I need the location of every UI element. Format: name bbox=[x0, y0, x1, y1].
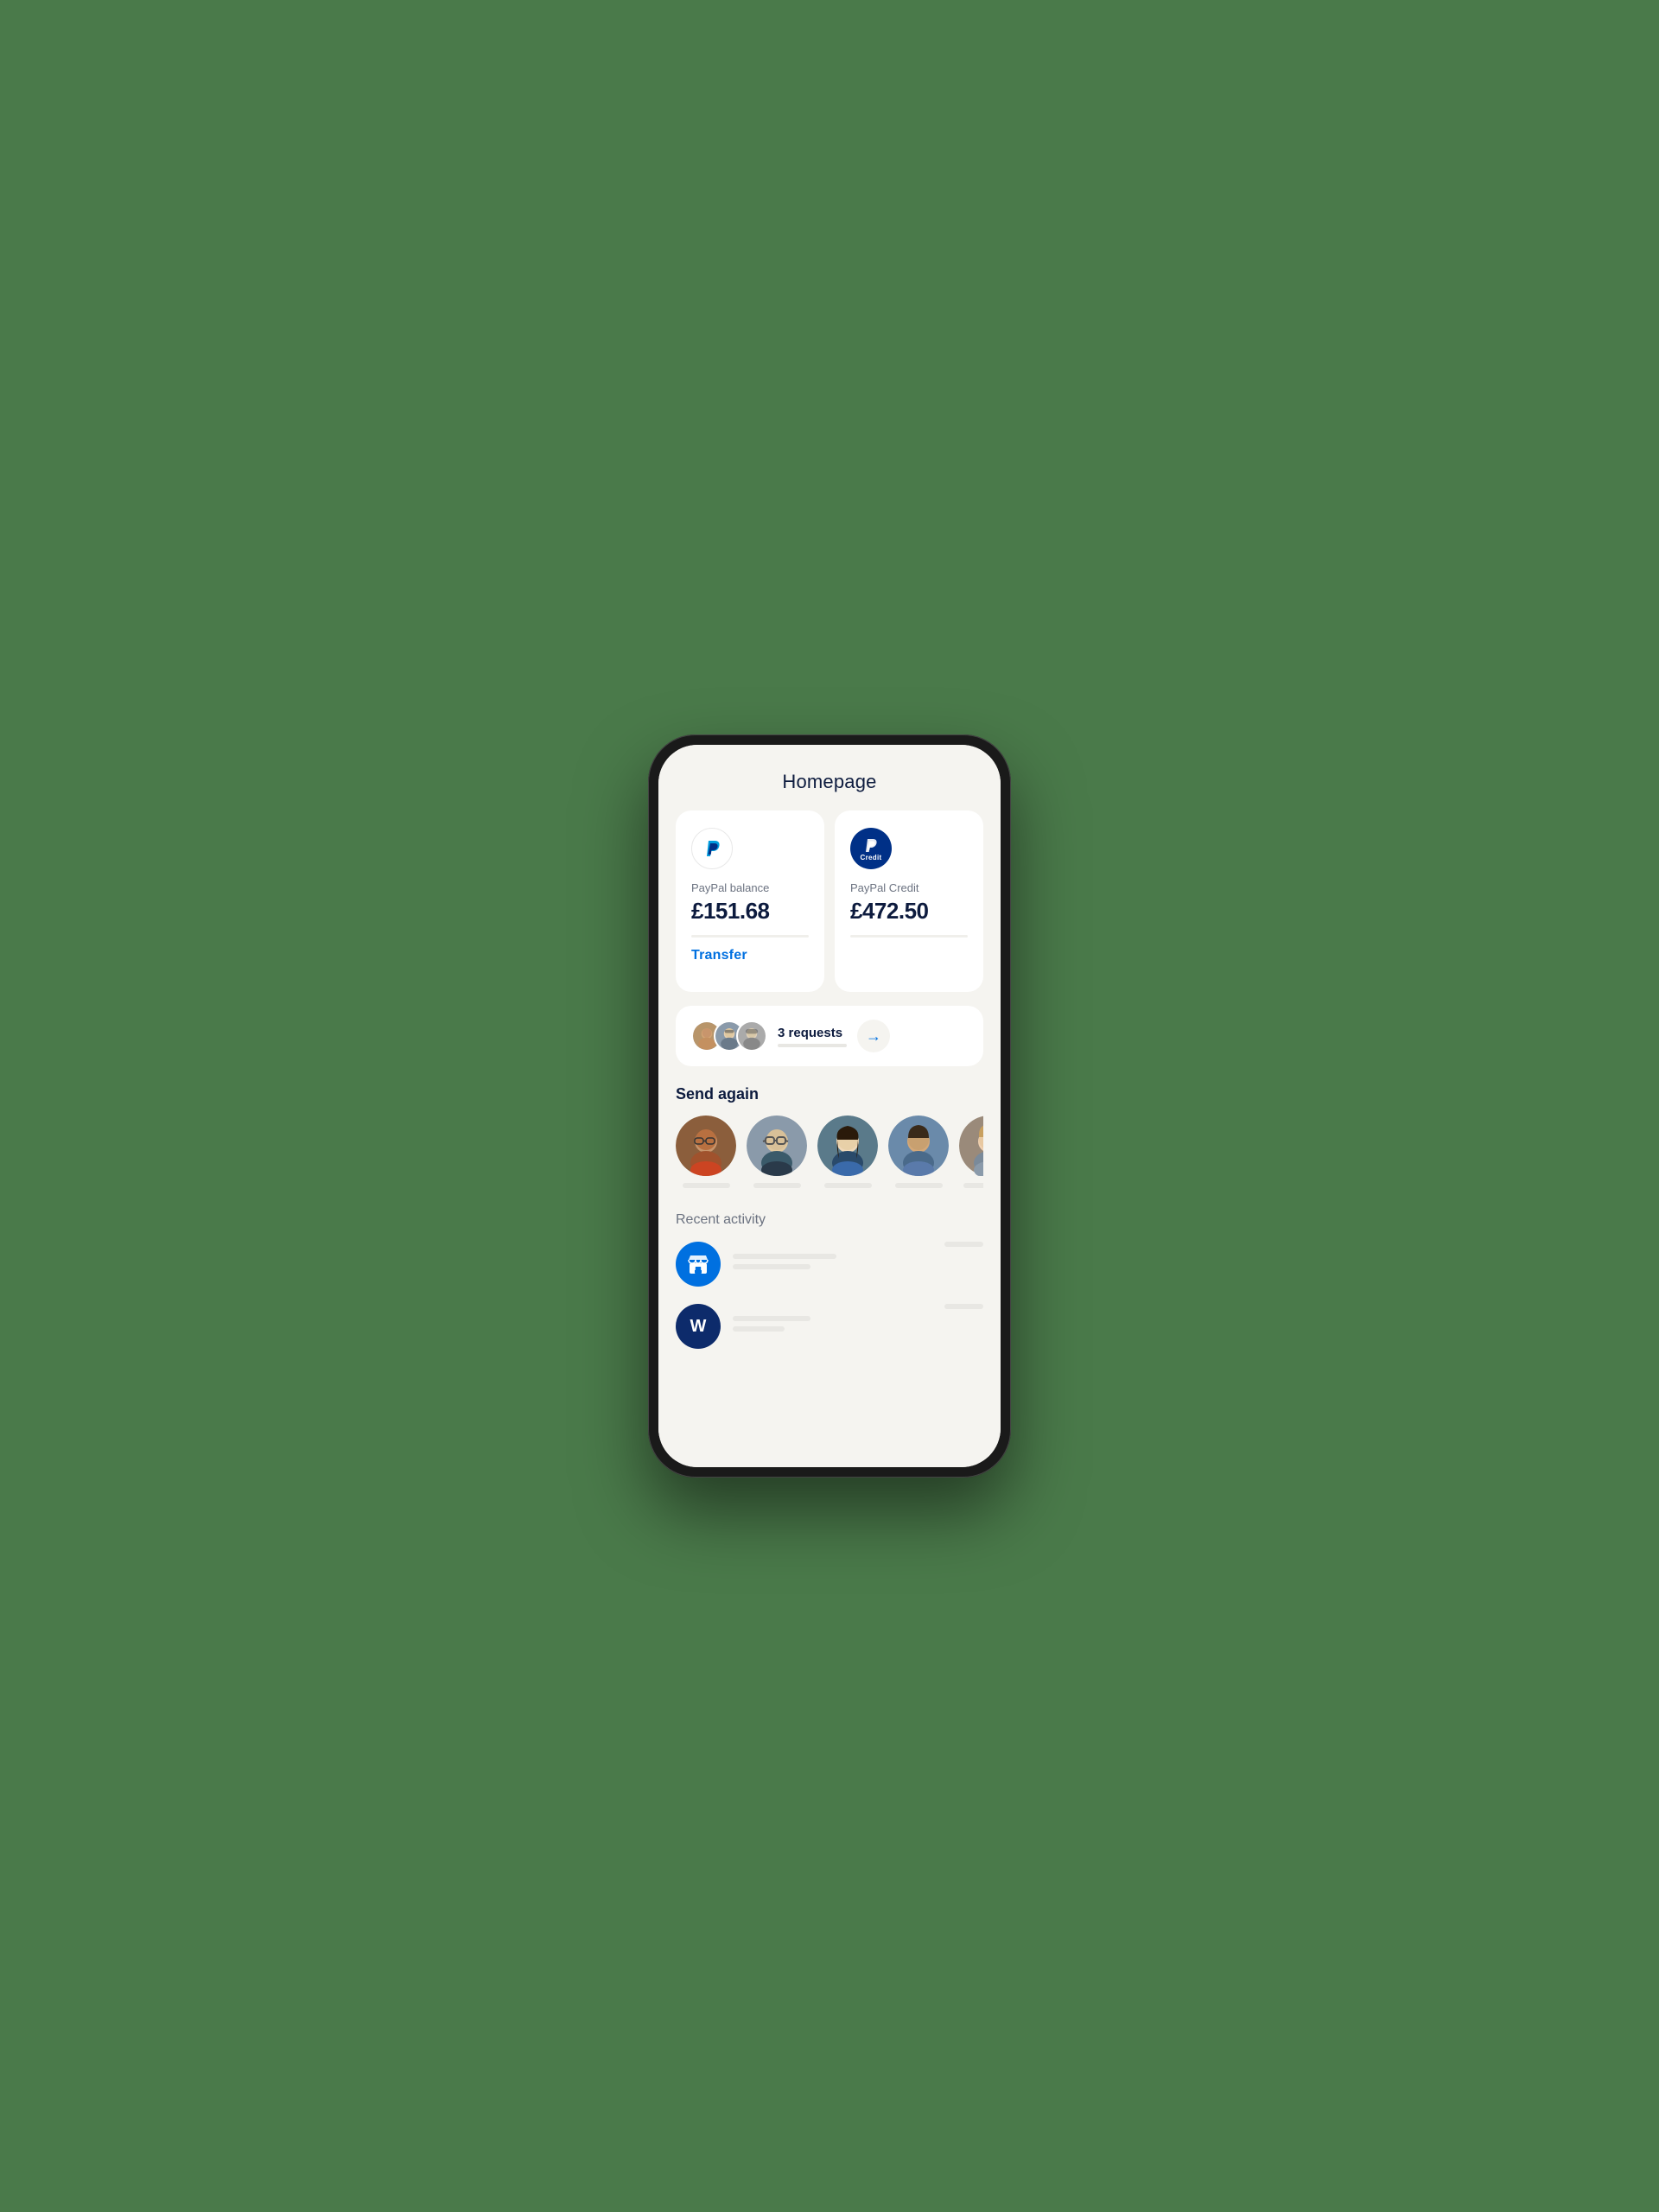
contact-name-bar-2 bbox=[753, 1183, 801, 1188]
paypal-p-icon bbox=[700, 836, 724, 861]
balance-card-label: PayPal balance bbox=[691, 881, 809, 894]
contact-item-5[interactable] bbox=[959, 1116, 983, 1188]
send-again-contacts[interactable] bbox=[676, 1116, 983, 1192]
credit-card-label: PayPal Credit bbox=[850, 881, 968, 894]
activity-amount-1 bbox=[944, 1242, 983, 1247]
contact-item-3[interactable] bbox=[817, 1116, 878, 1188]
contact-avatar-4 bbox=[888, 1116, 949, 1176]
avatar-face-3-svg bbox=[738, 1020, 766, 1052]
store-activity-icon bbox=[676, 1242, 721, 1287]
w-activity-icon: W bbox=[676, 1304, 721, 1349]
request-avatar-3 bbox=[736, 1020, 767, 1052]
contact-item-4[interactable] bbox=[888, 1116, 949, 1188]
paypal-credit-card[interactable]: Credit PayPal Credit £472.50 bbox=[835, 810, 983, 992]
activity-line-2a bbox=[733, 1316, 810, 1321]
arrow-right-icon: → bbox=[866, 1027, 881, 1046]
paypal-credit-logo: Credit bbox=[850, 828, 892, 869]
transfer-button[interactable]: Transfer bbox=[691, 948, 809, 963]
contact-item-1[interactable] bbox=[676, 1116, 736, 1188]
page-title: Homepage bbox=[676, 771, 983, 793]
credit-amount: £472.50 bbox=[850, 898, 968, 925]
requests-count-text: 3 requests bbox=[778, 1026, 847, 1040]
app-screen[interactable]: Homepage PayPal balance £151.68 Tr bbox=[658, 745, 1001, 1467]
contact-name-bar-4 bbox=[895, 1183, 943, 1188]
phone-screen: Homepage PayPal balance £151.68 Tr bbox=[658, 745, 1001, 1467]
contact-avatar-3 bbox=[817, 1116, 878, 1176]
balance-cards-row: PayPal balance £151.68 Transfer Credit bbox=[676, 810, 983, 992]
requests-info: 3 requests bbox=[778, 1026, 847, 1047]
paypal-balance-card[interactable]: PayPal balance £151.68 Transfer bbox=[676, 810, 824, 992]
store-icon bbox=[687, 1253, 709, 1275]
activity-amount-2 bbox=[944, 1304, 983, 1309]
credit-card-divider bbox=[850, 935, 968, 938]
balance-amount: £151.68 bbox=[691, 898, 809, 925]
activity-content-1 bbox=[733, 1254, 932, 1274]
phone-frame: Homepage PayPal balance £151.68 Tr bbox=[648, 734, 1011, 1478]
recent-activity-title: Recent activity bbox=[676, 1212, 983, 1228]
credit-label-text: Credit bbox=[861, 854, 882, 861]
contact-avatar-1 bbox=[676, 1116, 736, 1176]
requests-sub-bar bbox=[778, 1044, 847, 1047]
paypal-logo bbox=[691, 828, 733, 869]
contact-avatar-2 bbox=[747, 1116, 807, 1176]
paypal-credit-p-icon bbox=[861, 836, 880, 855]
activity-item-1[interactable] bbox=[676, 1242, 983, 1287]
requests-arrow-button[interactable]: → bbox=[857, 1020, 890, 1052]
w-letter-icon: W bbox=[690, 1317, 707, 1337]
request-avatars bbox=[691, 1020, 767, 1052]
requests-bar[interactable]: 3 requests → bbox=[676, 1006, 983, 1066]
activity-line-1a bbox=[733, 1254, 836, 1259]
activity-content-2 bbox=[733, 1316, 932, 1337]
card-divider bbox=[691, 935, 809, 938]
contact-item-2[interactable] bbox=[747, 1116, 807, 1188]
activity-line-2b bbox=[733, 1326, 785, 1332]
contact-avatar-5 bbox=[959, 1116, 983, 1176]
activity-item-2[interactable]: W bbox=[676, 1304, 983, 1349]
activity-line-1b bbox=[733, 1264, 810, 1269]
send-again-title: Send again bbox=[676, 1085, 983, 1103]
contact-name-bar-1 bbox=[683, 1183, 730, 1188]
contact-name-bar-3 bbox=[824, 1183, 872, 1188]
contact-name-bar-5 bbox=[963, 1183, 983, 1188]
